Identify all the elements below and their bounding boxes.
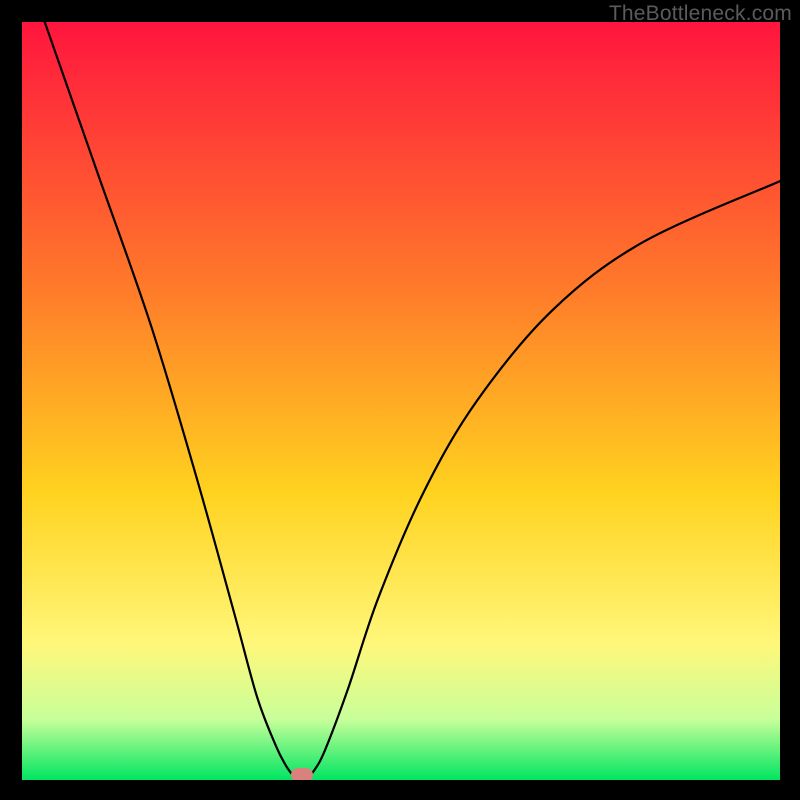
chart-frame: TheBottleneck.com	[0, 0, 800, 800]
curve-left	[45, 22, 300, 780]
bottleneck-marker	[291, 768, 313, 780]
curve-right	[305, 181, 780, 780]
plot-area	[22, 22, 780, 780]
curve-svg	[22, 22, 780, 780]
watermark-text: TheBottleneck.com	[609, 2, 792, 26]
